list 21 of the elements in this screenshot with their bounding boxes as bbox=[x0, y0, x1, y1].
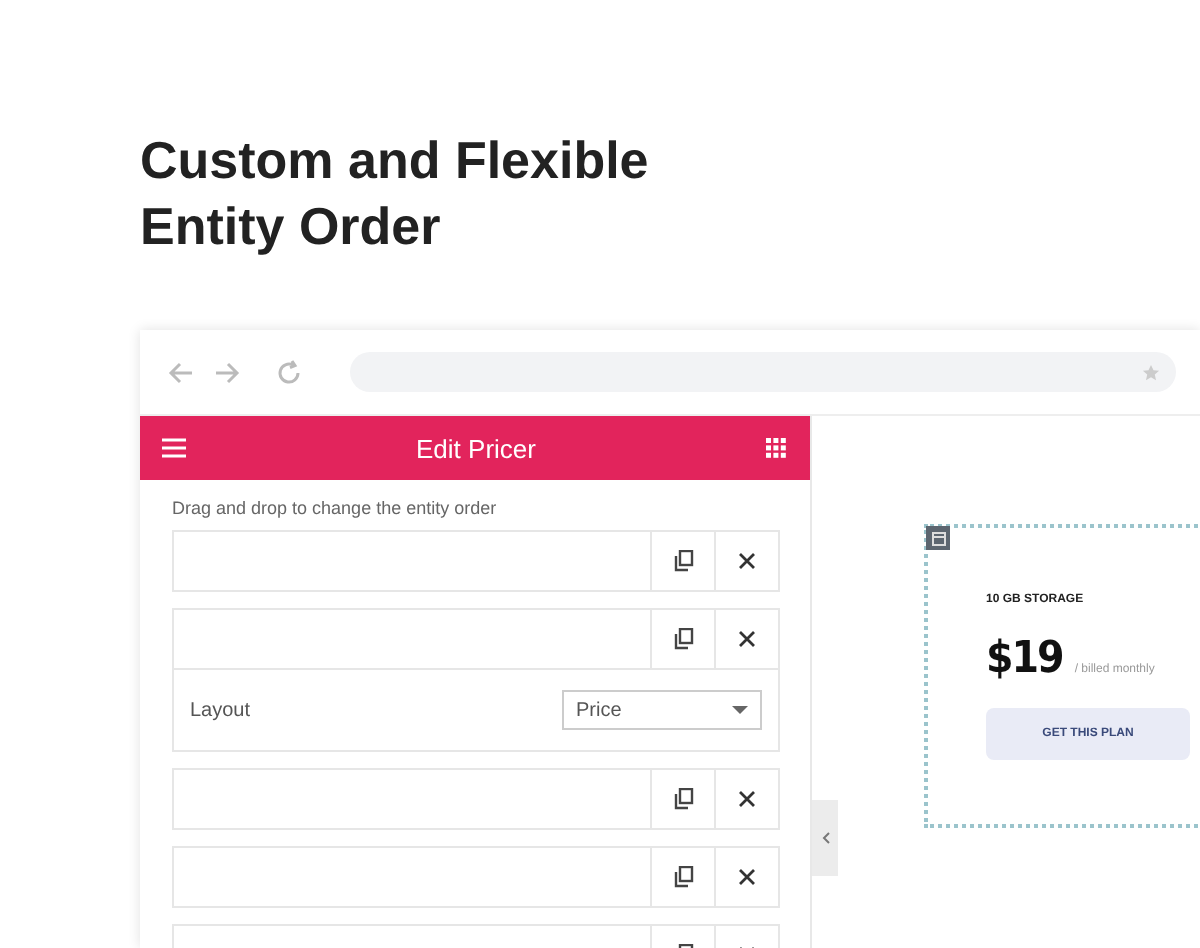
hint-text: Drag and drop to change the entity order bbox=[172, 498, 499, 518]
close-icon[interactable] bbox=[738, 790, 756, 808]
panel-title: Edit Pricer bbox=[416, 433, 536, 463]
layout-select[interactable]: Price bbox=[562, 690, 762, 730]
star-icon[interactable] bbox=[1142, 363, 1160, 381]
copy-icon[interactable] bbox=[673, 628, 693, 650]
setting-label: Layout bbox=[190, 699, 251, 721]
plan-price: $19 bbox=[986, 634, 1063, 684]
close-icon[interactable] bbox=[738, 868, 756, 886]
chevron-left-icon[interactable] bbox=[821, 832, 829, 844]
grid-icon[interactable] bbox=[766, 438, 786, 458]
close-icon[interactable] bbox=[738, 552, 756, 570]
copy-icon[interactable] bbox=[673, 788, 693, 810]
close-icon[interactable] bbox=[738, 630, 756, 648]
copy-icon[interactable] bbox=[673, 550, 693, 572]
caret-icon bbox=[732, 706, 748, 714]
page-heading: Custom and Flexible Entity Order bbox=[140, 128, 651, 260]
table-icon[interactable] bbox=[931, 531, 945, 545]
entity-item[interactable]: Layout Price bbox=[172, 608, 780, 752]
menu-icon[interactable] bbox=[162, 438, 186, 458]
copy-icon[interactable] bbox=[673, 866, 693, 888]
